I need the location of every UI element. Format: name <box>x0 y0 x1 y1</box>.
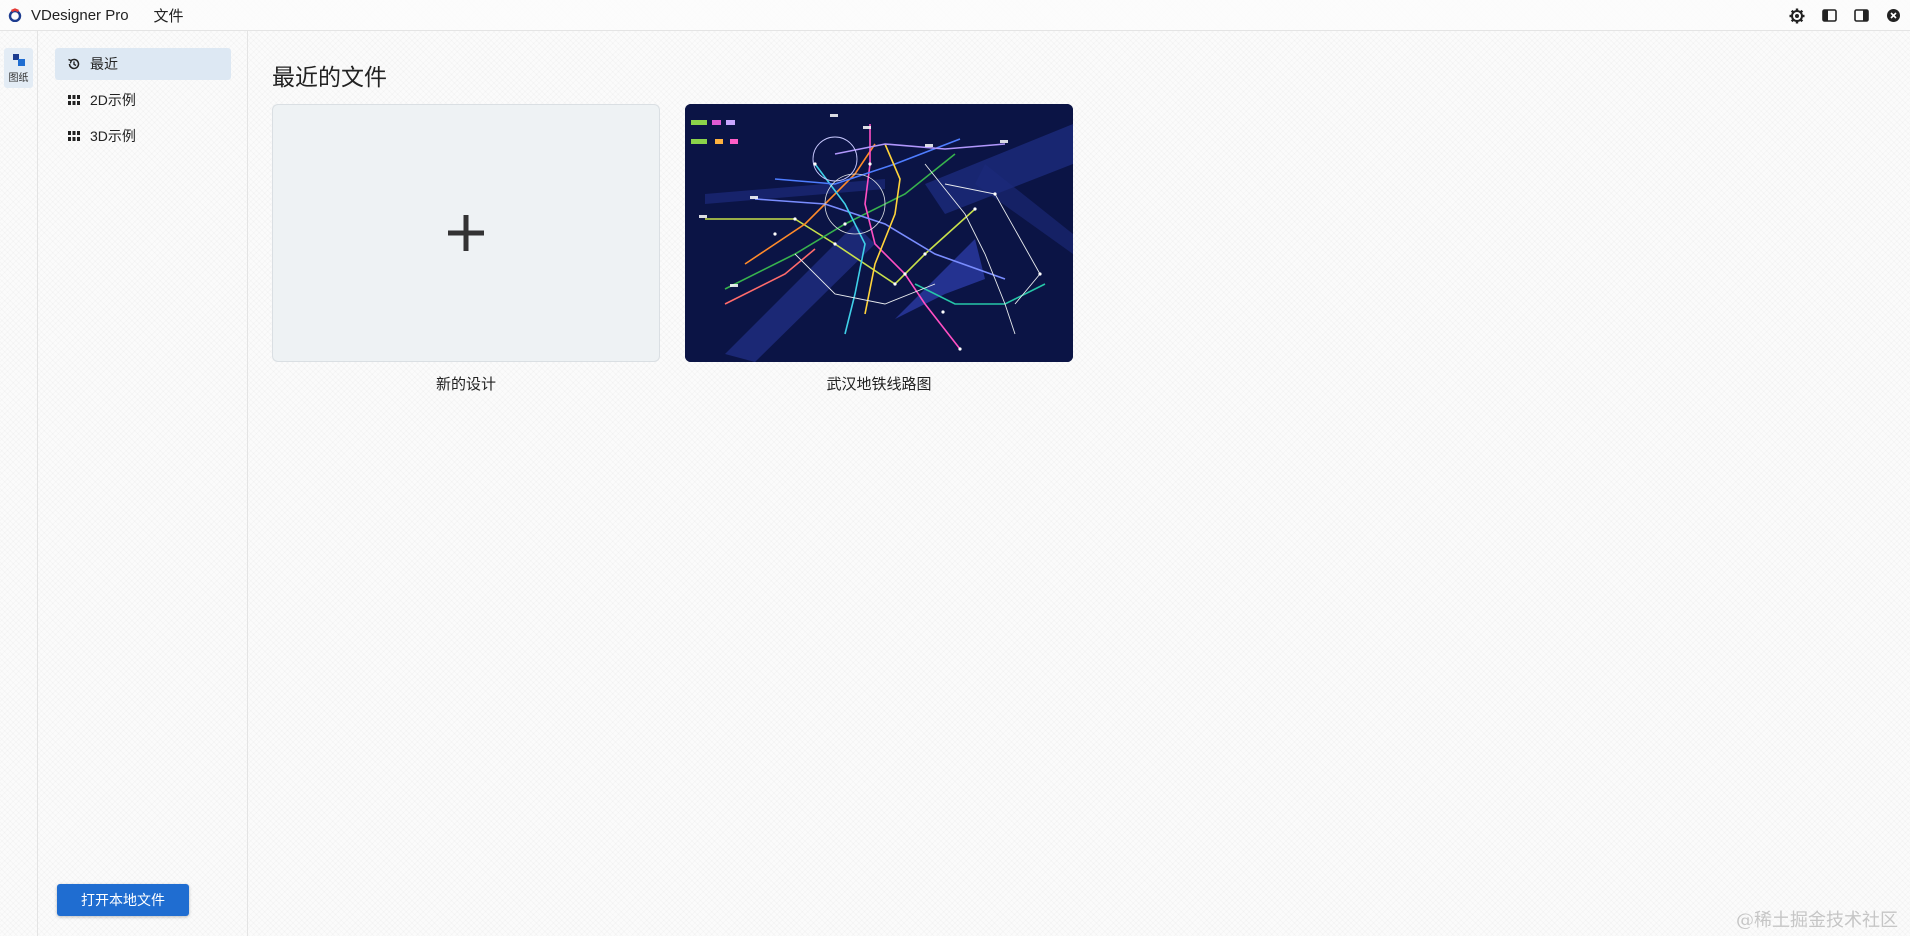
app-logo-icon <box>8 8 22 22</box>
panel-left-icon[interactable] <box>1820 7 1838 25</box>
close-icon[interactable] <box>1884 7 1902 25</box>
page-title: 最近的文件 <box>272 64 387 90</box>
sidebar-item-label: 2D示例 <box>90 92 136 108</box>
main-content: 最近的文件 新的设计 武汉地铁线路图 <box>249 31 1910 936</box>
window-controls <box>1788 0 1902 31</box>
app-title: VDesigner Pro <box>31 6 129 24</box>
sidebar-item-label: 最近 <box>90 56 118 72</box>
sidebar-item-label: 3D示例 <box>90 128 136 144</box>
new-design-thumbnail[interactable] <box>272 104 660 362</box>
sidebar-item-recent[interactable]: 最近 <box>55 48 231 80</box>
activity-item-label: 图纸 <box>8 72 29 84</box>
menu-file[interactable]: 文件 <box>154 5 184 26</box>
history-icon <box>67 57 81 71</box>
sidebar-item-3d-examples[interactable]: 3D示例 <box>55 120 231 152</box>
gear-icon[interactable] <box>1788 7 1806 25</box>
activity-bar: 图纸 <box>0 31 38 936</box>
open-local-file-button[interactable]: 打开本地文件 <box>57 884 189 916</box>
card-label: 武汉地铁线路图 <box>826 376 932 393</box>
grid-icon <box>67 93 81 107</box>
plus-icon <box>448 215 484 251</box>
new-design-card[interactable]: 新的设计 <box>272 104 660 394</box>
metro-map-card[interactable]: 武汉地铁线路图 <box>685 104 1073 394</box>
title-bar: VDesigner Pro 文件 <box>0 0 1910 31</box>
watermark: @稀土掘金技术社区 <box>1736 910 1898 931</box>
activity-item-drawings[interactable]: 图纸 <box>4 48 33 88</box>
card-label: 新的设计 <box>435 376 496 393</box>
grid-icon <box>67 129 81 143</box>
panel-right-icon[interactable] <box>1852 7 1870 25</box>
metro-map-thumbnail[interactable] <box>685 104 1073 362</box>
sidebar-item-2d-examples[interactable]: 2D示例 <box>55 84 231 116</box>
sidebar: 最近 2D示例 3D示例 打开本地文件 <box>38 31 248 936</box>
shapes-icon <box>12 53 25 66</box>
